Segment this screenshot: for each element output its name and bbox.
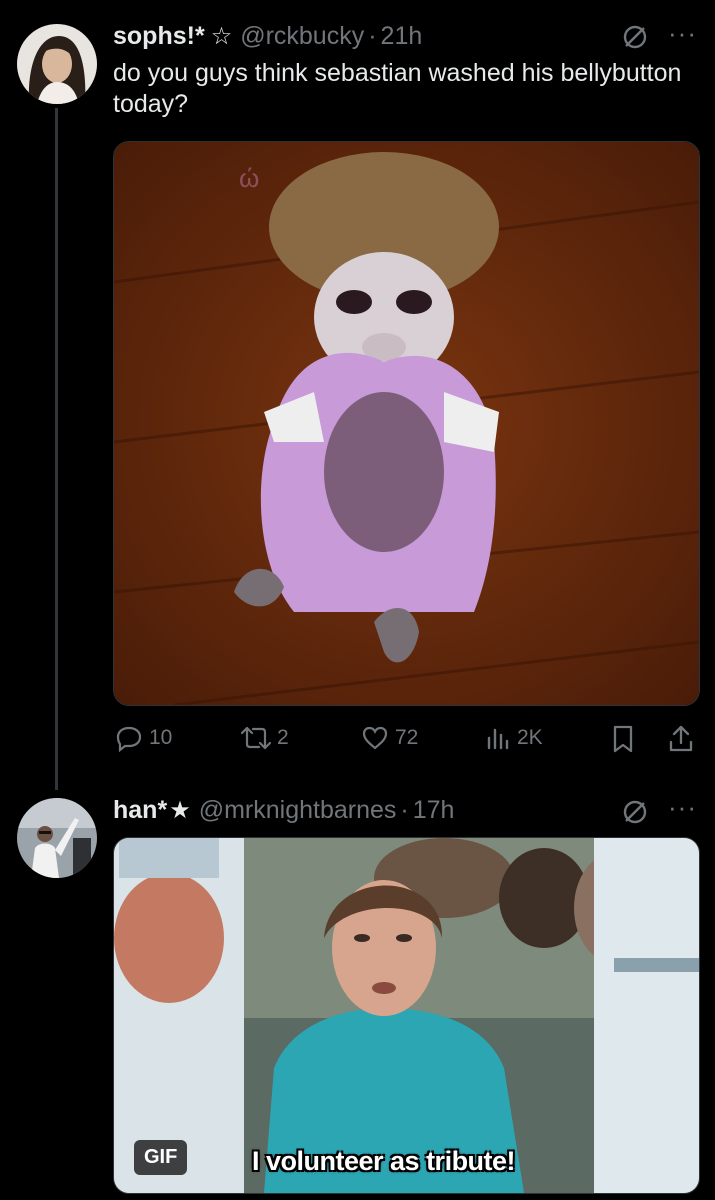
timestamp[interactable]: 17h [413, 796, 455, 825]
outline-star-icon: ☆ [210, 23, 233, 50]
reply-count: 10 [149, 726, 173, 749]
avatar[interactable] [17, 24, 97, 104]
share-button[interactable] [668, 724, 700, 754]
views-icon [487, 728, 509, 750]
reply-icon [116, 726, 142, 752]
user-handle[interactable]: @mrknightbarnes [199, 796, 397, 825]
avatar-photo [17, 798, 97, 878]
tweet-2[interactable]: han* ★ @mrknightbarnes · 17h ··· GIF I v… [0, 780, 715, 1200]
svg-text:ώ: ώ [239, 163, 259, 193]
retweet-count: 2 [277, 726, 289, 749]
timestamp[interactable]: 21h [381, 22, 423, 51]
share-icon [669, 725, 693, 752]
tweet-actions: 10 2 72 2K [113, 720, 698, 760]
more-options-icon[interactable]: ··· [668, 792, 697, 823]
bookmark-button[interactable] [610, 724, 642, 754]
like-button[interactable]: 72 [361, 724, 418, 752]
display-name[interactable]: han* [113, 796, 167, 825]
views-count: 2K [517, 726, 543, 749]
tweet-1[interactable]: sophs!* ☆ @rckbucky · 21h ··· do you guy… [0, 0, 715, 780]
display-name[interactable]: sophs!* [113, 22, 205, 51]
volunteer-as-tribute-gif-frame [114, 838, 699, 1193]
user-handle[interactable]: @rckbucky [240, 22, 364, 51]
gif-caption: I volunteer as tribute! [252, 1146, 516, 1176]
tweet-gif[interactable]: GIF I volunteer as tribute! [113, 837, 700, 1194]
avatar-photo [17, 24, 97, 104]
gif-badge: GIF [134, 1140, 188, 1175]
heart-icon [362, 726, 388, 750]
retweet-button[interactable]: 2 [241, 724, 289, 752]
separator-dot: · [400, 796, 409, 824]
separator-dot: · [368, 22, 377, 50]
tweet-header: han* ★ @mrknightbarnes · 17h [113, 796, 454, 825]
tweet-text: do you guys think sebastian washed his b… [113, 59, 682, 118]
monkey-in-pink-dress-photo: ώ [114, 142, 699, 705]
more-options-icon[interactable]: ··· [668, 18, 697, 49]
tweet-image[interactable]: ώ [113, 141, 700, 706]
filled-star-icon: ★ [169, 797, 191, 824]
grok-icon[interactable] [622, 799, 648, 830]
views-button[interactable]: 2K [485, 724, 543, 752]
retweet-icon [241, 726, 271, 750]
like-count: 72 [395, 726, 419, 749]
bookmark-icon [613, 725, 633, 753]
reply-button[interactable]: 10 [115, 724, 172, 752]
grok-icon[interactable] [622, 24, 648, 55]
avatar[interactable] [17, 798, 97, 878]
tweet-header: sophs!* ☆ @rckbucky · 21h [113, 22, 422, 51]
